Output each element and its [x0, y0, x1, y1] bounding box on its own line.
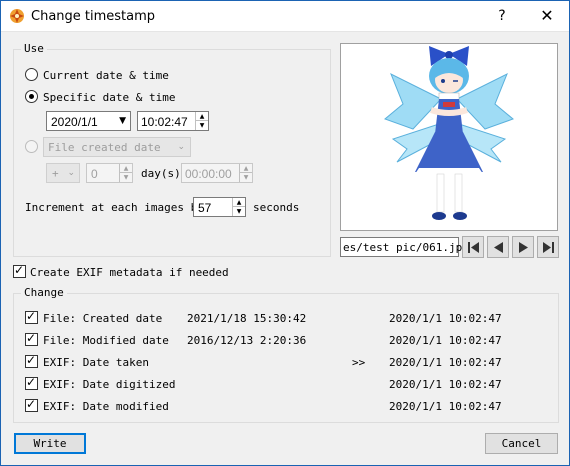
app-logo-icon — [10, 9, 24, 23]
days-spinner[interactable]: ▲ ▼ — [119, 164, 132, 182]
change-timestamp-dialog: Change timestamp ? ✕ Use Current date & … — [0, 0, 570, 466]
change-row-checkbox[interactable]: ✓ — [25, 331, 38, 346]
previous-icon — [494, 242, 503, 253]
write-button[interactable]: Write — [14, 433, 86, 454]
preview-image — [383, 44, 515, 230]
use-group-label: Use — [21, 42, 47, 55]
check-icon: ✓ — [26, 375, 37, 389]
chevron-down-icon: ⌄ — [67, 168, 75, 178]
specific-date-picker[interactable]: 2020/1/1 ▼ — [46, 111, 131, 131]
create-exif-checkbox[interactable]: ✓ — [13, 263, 26, 278]
previous-image-button[interactable] — [487, 236, 509, 258]
close-button[interactable]: ✕ — [525, 1, 569, 31]
days-label: day(s) — [141, 167, 181, 180]
increment-input[interactable]: 57 ▲ ▼ — [193, 197, 246, 217]
next-icon — [519, 242, 528, 253]
offset-time-spinner[interactable]: ▲ ▼ — [239, 164, 252, 182]
spin-up-icon[interactable]: ▲ — [196, 112, 208, 121]
offset-days-input[interactable]: 0 ▲ ▼ — [86, 163, 133, 183]
file-date-source-select[interactable]: File created date ⌄ — [43, 137, 191, 157]
spin-down-icon[interactable]: ▼ — [196, 121, 208, 130]
change-row-checkbox[interactable]: ✓ — [25, 309, 38, 324]
change-row-checkbox[interactable]: ✓ — [25, 375, 38, 390]
check-icon: ✓ — [26, 353, 37, 367]
radio-current-date[interactable] — [25, 68, 38, 81]
change-row-label: EXIF: Date digitized — [43, 378, 176, 391]
increment-value: 57 — [198, 201, 212, 215]
change-row-old-value: 2021/1/18 15:30:42 — [187, 312, 307, 325]
change-row-new-value: 2020/1/1 10:02:47 — [389, 356, 502, 369]
offset-sign-value: + — [52, 167, 59, 180]
image-path-field[interactable]: es/test pic/061.jpg — [340, 237, 469, 257]
image-preview — [340, 43, 558, 231]
specific-time-value: 10:02:47 — [141, 115, 188, 129]
change-row-label: File: Modified date — [43, 334, 169, 347]
change-row-new-value: 2020/1/1 10:02:47 — [389, 312, 502, 325]
image-path-value: es/test pic/061.jpg — [343, 241, 469, 254]
seconds-label: seconds — [253, 201, 300, 214]
spin-up-icon[interactable]: ▲ — [120, 164, 132, 173]
title-bar: Change timestamp ? ✕ — [1, 1, 569, 32]
skip-last-icon — [543, 242, 554, 253]
chevron-down-icon: ⌄ — [177, 142, 185, 152]
offset-time-input[interactable]: 00:00:00 ▲ ▼ — [181, 163, 253, 183]
change-group-label: Change — [21, 286, 67, 299]
increment-label: Increment at each images by — [25, 201, 204, 214]
cancel-button[interactable]: Cancel — [485, 433, 558, 454]
check-icon: ✓ — [26, 331, 37, 345]
window-title: Change timestamp — [31, 9, 156, 24]
skip-first-icon — [468, 242, 479, 253]
change-row-label: File: Created date — [43, 312, 163, 325]
spin-down-icon[interactable]: ▼ — [120, 173, 132, 182]
change-row-checkbox[interactable]: ✓ — [25, 397, 38, 412]
last-image-button[interactable] — [537, 236, 559, 258]
file-date-source-value: File created date — [48, 141, 161, 154]
chevron-down-icon[interactable]: ▼ — [119, 116, 126, 126]
specific-date-value: 2020/1/1 — [51, 115, 98, 129]
change-row-new-value: 2020/1/1 10:02:47 — [389, 400, 502, 413]
check-icon: ✓ — [14, 263, 25, 277]
next-image-button[interactable] — [512, 236, 534, 258]
check-icon: ✓ — [26, 309, 37, 323]
character-illustration — [384, 46, 514, 220]
change-arrow: >> — [352, 356, 366, 369]
specific-time-input[interactable]: 10:02:47 ▲ ▼ — [137, 111, 209, 131]
help-button[interactable]: ? — [484, 1, 520, 31]
offset-time-value: 00:00:00 — [185, 167, 232, 181]
change-row-label: EXIF: Date modified — [43, 400, 169, 413]
increment-spinner[interactable]: ▲ ▼ — [232, 198, 245, 216]
spin-down-icon[interactable]: ▼ — [233, 207, 245, 216]
change-row-label: EXIF: Date taken — [43, 356, 149, 369]
create-exif-label: Create EXIF metadata if needed — [30, 266, 229, 279]
time-spinner[interactable]: ▲ ▼ — [195, 112, 208, 130]
offset-sign-select[interactable]: + ⌄ — [46, 163, 80, 183]
radio-file-date[interactable] — [25, 140, 38, 153]
radio-specific-date-label: Specific date & time — [43, 91, 176, 104]
change-row-checkbox[interactable]: ✓ — [25, 353, 38, 368]
check-icon: ✓ — [26, 397, 37, 411]
change-row-new-value: 2020/1/1 10:02:47 — [389, 334, 502, 347]
spin-down-icon[interactable]: ▼ — [240, 173, 252, 182]
change-row-new-value: 2020/1/1 10:02:47 — [389, 378, 502, 391]
spin-up-icon[interactable]: ▲ — [240, 164, 252, 173]
offset-days-value: 0 — [91, 167, 98, 181]
spin-up-icon[interactable]: ▲ — [233, 198, 245, 207]
radio-specific-date[interactable] — [25, 90, 38, 103]
first-image-button[interactable] — [462, 236, 484, 258]
change-row-old-value: 2016/12/13 2:20:36 — [187, 334, 307, 347]
radio-current-date-label: Current date & time — [43, 69, 169, 82]
